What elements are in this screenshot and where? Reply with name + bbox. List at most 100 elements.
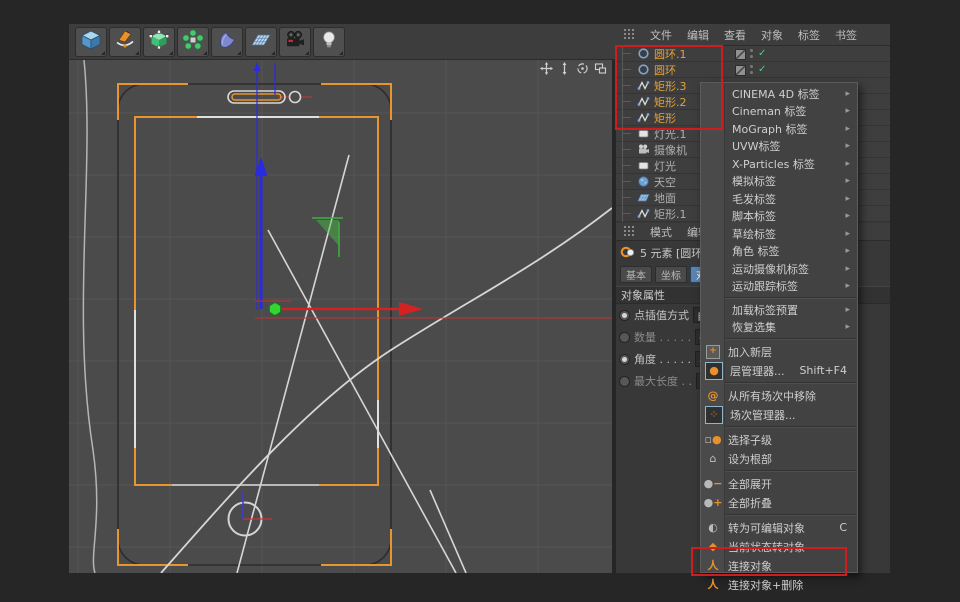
menu-item-mograph-tags[interactable]: MoGraph 标签▸ bbox=[701, 120, 857, 138]
scene-splines bbox=[83, 60, 612, 573]
menu-item-sketch-tags[interactable]: 草绘标签▸ bbox=[701, 225, 857, 243]
floor-environment-tool[interactable] bbox=[245, 27, 277, 57]
menu-item-remove-from-all-takes[interactable]: @ 从所有场次中移除 bbox=[701, 386, 857, 405]
enabled-check-icon[interactable]: ✓ bbox=[758, 49, 766, 59]
menu-separator bbox=[702, 382, 856, 384]
menu-item-select-children[interactable]: ▫● 选择子级 bbox=[701, 430, 857, 449]
deformer-tool[interactable] bbox=[211, 27, 243, 57]
camera-tool[interactable] bbox=[279, 27, 311, 57]
submenu-arrow-icon: ▸ bbox=[845, 89, 850, 99]
menu-item-connect-objects-delete[interactable]: 人 连接对象+删除 bbox=[701, 575, 857, 594]
camera-icon bbox=[284, 29, 306, 55]
layer-toggle-icon[interactable] bbox=[735, 49, 746, 60]
rect-spline-icon bbox=[636, 95, 650, 109]
menu-item-set-as-root[interactable]: ⌂ 设为根部 bbox=[701, 449, 857, 468]
menu-separator bbox=[702, 514, 856, 516]
sky-object-icon bbox=[636, 175, 650, 189]
menu-item-unfold-all[interactable]: ●− 全部展开 bbox=[701, 474, 857, 493]
visibility-toggles[interactable]: ✓ bbox=[735, 62, 766, 78]
deformer-icon bbox=[216, 29, 238, 55]
menu-item-character-tags[interactable]: 角色 标签▸ bbox=[701, 243, 857, 261]
menu-mode[interactable]: 模式 bbox=[650, 224, 672, 240]
menu-item-fold-all[interactable]: ●+ 全部折叠 bbox=[701, 493, 857, 512]
pan-view-icon[interactable] bbox=[540, 62, 553, 75]
shortcut-label: C bbox=[839, 521, 847, 534]
set-as-root-icon: ⌂ bbox=[705, 451, 721, 467]
editor-render-dots-icon[interactable] bbox=[750, 49, 754, 59]
menu-item-hair-tags[interactable]: 毛发标签▸ bbox=[701, 190, 857, 208]
viewport-3d[interactable] bbox=[69, 60, 612, 573]
menu-item-connect-objects[interactable]: 人 连接对象 bbox=[701, 556, 857, 575]
floor-object-icon bbox=[636, 191, 650, 205]
tab-coordinates[interactable]: 坐标 bbox=[655, 266, 687, 283]
submenu-arrow-icon: ▸ bbox=[845, 124, 850, 134]
tab-basic[interactable]: 基本 bbox=[620, 266, 652, 283]
toggle-view-icon[interactable] bbox=[594, 62, 607, 75]
menu-item-add-to-new-layer[interactable]: + 加入新层 bbox=[701, 342, 857, 361]
keyframe-radio-icon[interactable] bbox=[619, 376, 630, 387]
menu-item-simulation-tags[interactable]: 模拟标签▸ bbox=[701, 173, 857, 191]
remove-from-takes-icon: @ bbox=[705, 388, 721, 404]
submenu-arrow-icon: ▸ bbox=[845, 305, 850, 315]
menu-view[interactable]: 查看 bbox=[724, 27, 746, 43]
menu-item-motion-tracker-tags[interactable]: 运动跟踪标签▸ bbox=[701, 278, 857, 296]
menu-item-script-tags[interactable]: 脚本标签▸ bbox=[701, 208, 857, 226]
visibility-toggles[interactable]: ✓ bbox=[735, 46, 766, 62]
add-cube-tool[interactable] bbox=[75, 27, 107, 57]
keyframe-radio-icon[interactable] bbox=[619, 354, 630, 365]
menu-item-xparticles-tags[interactable]: X-Particles 标签▸ bbox=[701, 155, 857, 173]
current-state-to-object-icon: ◆ bbox=[705, 539, 721, 555]
keyframe-radio-icon[interactable] bbox=[619, 310, 630, 321]
menu-object[interactable]: 对象 bbox=[761, 27, 783, 43]
menu-file[interactable]: 文件 bbox=[650, 27, 672, 43]
cube-icon bbox=[80, 29, 102, 55]
object-row[interactable]: 圆环 ✓ bbox=[616, 62, 890, 78]
menu-item-cinema4d-tags[interactable]: CINEMA 4D 标签▸ bbox=[701, 85, 857, 103]
attribute-row[interactable]: 角度 . . . . . 5 bbox=[616, 348, 710, 370]
spline-selection-icon bbox=[620, 244, 636, 263]
light-object-icon bbox=[636, 127, 650, 141]
object-row[interactable]: 圆环.1 ✓ bbox=[616, 46, 890, 62]
rotate-view-icon[interactable] bbox=[576, 62, 589, 75]
panel-grip-icon[interactable] bbox=[624, 29, 635, 40]
mesh-cube-icon bbox=[148, 29, 170, 55]
zoom-view-icon[interactable] bbox=[558, 62, 571, 75]
editor-render-dots-icon[interactable] bbox=[750, 65, 754, 75]
rect-spline-icon bbox=[636, 111, 650, 125]
submenu-arrow-icon: ▸ bbox=[845, 176, 850, 186]
mograph-array-tool[interactable] bbox=[177, 27, 209, 57]
viewport-controls bbox=[540, 62, 607, 75]
submenu-arrow-icon: ▸ bbox=[845, 322, 850, 332]
attribute-row[interactable]: 点插值方式 自 bbox=[616, 304, 710, 326]
menu-item-cineman-tags[interactable]: Cineman 标签▸ bbox=[701, 103, 857, 121]
keyframe-radio-icon[interactable] bbox=[619, 332, 630, 343]
menu-item-layer-manager[interactable]: ● 层管理器... Shift+F4 bbox=[701, 361, 857, 380]
menu-item-current-state-to-object[interactable]: ◆ 当前状态转对象 bbox=[701, 537, 857, 556]
rect-spline-icon bbox=[636, 207, 650, 221]
menu-item-make-editable[interactable]: ◐ 转为可编辑对象 C bbox=[701, 518, 857, 537]
fold-all-icon: ●+ bbox=[705, 495, 721, 511]
menu-edit[interactable]: 编辑 bbox=[687, 27, 709, 43]
menu-bookmarks[interactable]: 书签 bbox=[835, 27, 857, 43]
layer-toggle-icon[interactable] bbox=[735, 65, 746, 76]
menu-item-take-manager[interactable]: ⁘ 场次管理器... bbox=[701, 405, 857, 424]
panel-grip-icon[interactable] bbox=[624, 226, 635, 237]
menu-tags[interactable]: 标签 bbox=[798, 27, 820, 43]
camera-object-icon bbox=[636, 143, 650, 157]
menu-item-load-tag-preset[interactable]: 加载标签预置▸ bbox=[701, 301, 857, 319]
enabled-check-icon[interactable]: ✓ bbox=[758, 65, 766, 75]
light-tool[interactable] bbox=[313, 27, 345, 57]
spline-pen-tool[interactable] bbox=[109, 27, 141, 57]
phone-body-outline bbox=[118, 84, 391, 565]
add-layer-icon: + bbox=[705, 344, 721, 360]
menu-item-restore-selection[interactable]: 恢复选集▸ bbox=[701, 319, 857, 337]
submenu-arrow-icon: ▸ bbox=[845, 281, 850, 291]
menu-item-motion-camera-tags[interactable]: 运动摄像机标签▸ bbox=[701, 260, 857, 278]
edit-mesh-tool[interactable] bbox=[143, 27, 175, 57]
submenu-arrow-icon: ▸ bbox=[845, 106, 850, 116]
menu-item-uvw-tags[interactable]: UVW标签▸ bbox=[701, 138, 857, 156]
submenu-arrow-icon: ▸ bbox=[845, 211, 850, 221]
attribute-row[interactable]: 数量 . . . . . 8 bbox=[616, 326, 710, 348]
tags-context-menu: CINEMA 4D 标签▸ Cineman 标签▸ MoGraph 标签▸ UV… bbox=[700, 82, 858, 573]
attribute-row[interactable]: 最大长度 . . < bbox=[616, 370, 710, 392]
